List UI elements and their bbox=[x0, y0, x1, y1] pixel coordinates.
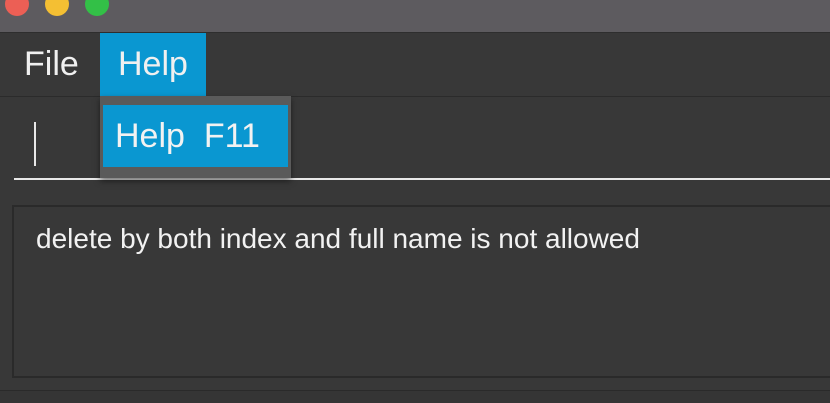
list-panel-edge bbox=[0, 390, 830, 403]
help-dropdown-menu: Help F11 bbox=[100, 96, 291, 178]
menu-item-help-label: Help bbox=[115, 117, 185, 155]
menu-file[interactable]: File bbox=[6, 33, 97, 96]
result-display: delete by both index and full name is no… bbox=[12, 205, 830, 378]
menu-item-help[interactable]: Help F11 bbox=[103, 105, 288, 167]
menu-bar: File Help bbox=[0, 33, 830, 97]
maximize-window-button[interactable] bbox=[85, 0, 109, 16]
result-message: delete by both index and full name is no… bbox=[36, 223, 640, 254]
menu-help[interactable]: Help bbox=[100, 33, 206, 96]
title-bar bbox=[0, 0, 830, 33]
menu-item-help-shortcut: F11 bbox=[203, 117, 260, 155]
minimize-window-button[interactable] bbox=[45, 0, 69, 16]
text-caret bbox=[34, 122, 36, 166]
close-window-button[interactable] bbox=[5, 0, 29, 16]
